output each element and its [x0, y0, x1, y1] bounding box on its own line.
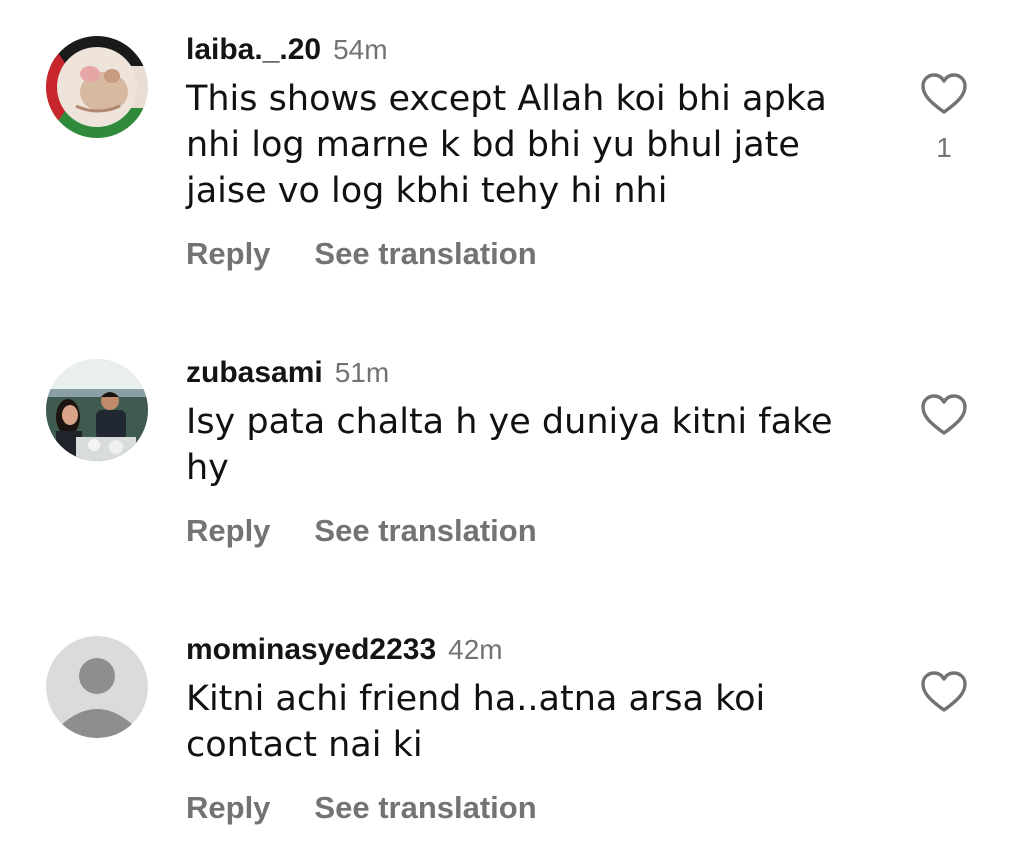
comment-meta: laiba._.20 54m	[186, 30, 886, 70]
comment-text: Kitni achi friend ha..atna arsa koi cont…	[186, 676, 886, 768]
comment-actions: Reply See translation	[186, 501, 886, 561]
username[interactable]: zubasami	[186, 356, 323, 389]
comment-text-line: This shows except Allah koi bhi apka	[186, 79, 827, 119]
see-translation-button[interactable]: See translation	[314, 236, 536, 271]
user-avatar[interactable]	[46, 636, 148, 738]
timestamp: 42m	[448, 634, 503, 665]
like-area	[918, 670, 970, 718]
comment-text-line: hy	[186, 448, 229, 488]
comment-body: zubasami 51m Isy pata chalta h ye duniya …	[186, 353, 886, 561]
timestamp: 54m	[333, 34, 388, 65]
default-avatar-icon	[46, 636, 148, 738]
see-translation-button[interactable]: See translation	[314, 790, 536, 825]
user-avatar[interactable]	[46, 359, 148, 461]
username[interactable]: laiba._.20	[186, 33, 321, 66]
profile-photo-icon	[46, 359, 148, 461]
comment-text: This shows except Allah koi bhi apka nhi…	[186, 76, 886, 214]
comment-text-line: nhi log marne k bd bhi yu bhul jate	[186, 125, 800, 165]
like-area	[918, 393, 970, 441]
comment-text-line: contact nai ki	[186, 725, 423, 765]
profile-photo-icon	[46, 36, 148, 138]
comment-meta: mominasyed2233 42m	[186, 630, 886, 670]
comment-body: mominasyed2233 42m Kitni achi friend ha..…	[186, 630, 886, 838]
comment-body: laiba._.20 54m This shows except Allah ko…	[186, 30, 886, 284]
comment-actions: Reply See translation	[186, 778, 886, 838]
reply-button[interactable]: Reply	[186, 790, 270, 825]
timestamp: 51m	[334, 357, 390, 388]
comment-text: Isy pata chalta h ye duniya kitni fake h…	[186, 399, 886, 491]
like-area: 1	[918, 72, 970, 164]
comment-text-line: jaise vo log kbhi tehy hi nhi	[186, 171, 668, 211]
comment-text-line: Kitni achi friend ha..atna arsa koi	[186, 679, 766, 719]
comment-meta: zubasami 51m	[186, 353, 886, 393]
heart-icon[interactable]	[920, 72, 968, 116]
username[interactable]: mominasyed2233	[186, 633, 436, 666]
comment-actions: Reply See translation	[186, 224, 886, 284]
user-avatar[interactable]	[46, 36, 148, 138]
see-translation-button[interactable]: See translation	[314, 513, 536, 548]
heart-icon[interactable]	[920, 393, 968, 437]
reply-button[interactable]: Reply	[186, 236, 270, 271]
heart-icon[interactable]	[920, 670, 968, 714]
comment-text-line: Isy pata chalta h ye duniya kitni fake	[186, 402, 833, 442]
like-count: 1	[936, 132, 952, 163]
reply-button[interactable]: Reply	[186, 513, 270, 548]
